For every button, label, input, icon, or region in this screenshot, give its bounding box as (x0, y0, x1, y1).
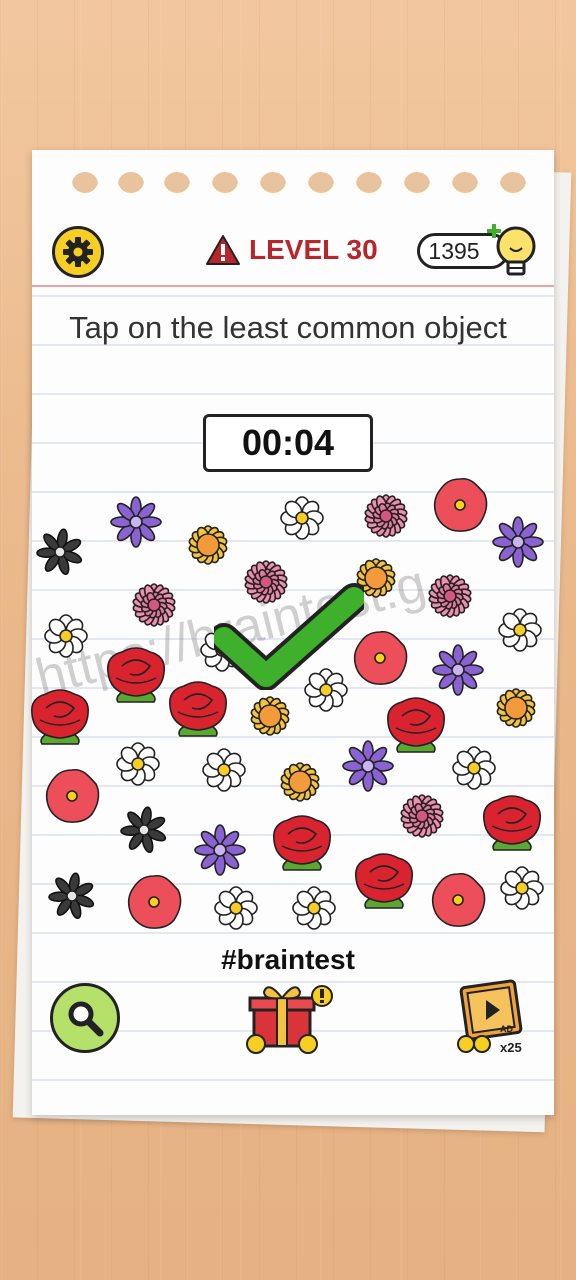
pink-gerbera-icon[interactable] (354, 484, 418, 548)
hashtag-label: #braintest (221, 944, 355, 975)
binder-hole (452, 172, 478, 196)
lightbulb-icon (487, 224, 536, 276)
magnifier-icon (68, 1001, 104, 1037)
pink-gerbera-icon[interactable] (390, 784, 454, 848)
red-rose-icon[interactable] (352, 848, 416, 912)
binder-hole (118, 172, 144, 196)
level-label: LEVEL 30 (249, 234, 378, 265)
level-indicator: LEVEL 30 (205, 230, 378, 270)
yellow-sunflower-icon[interactable] (268, 750, 332, 814)
pink-gerbera-icon[interactable] (122, 573, 186, 637)
red-rose-icon[interactable] (104, 642, 168, 706)
countdown-timer: 00:04 (203, 414, 373, 472)
red-flower-icon[interactable] (122, 870, 186, 934)
white-daisy-icon[interactable] (282, 876, 346, 940)
binder-hole (164, 172, 190, 196)
white-daisy-icon[interactable] (34, 604, 98, 668)
purple-flower-icon[interactable] (188, 818, 252, 882)
hint-bulb-button[interactable] (486, 220, 544, 284)
binder-hole (404, 172, 430, 196)
settings-button[interactable] (52, 226, 104, 278)
white-daisy-icon[interactable] (488, 598, 552, 662)
margin-line (32, 285, 554, 287)
coin-count: 1395 (428, 237, 480, 264)
binder-hole (260, 172, 286, 196)
red-flower-icon[interactable] (40, 764, 104, 828)
warning-icon (206, 235, 240, 265)
white-daisy-icon[interactable] (490, 856, 554, 920)
white-daisy-icon[interactable] (192, 738, 256, 802)
black-flower-icon[interactable] (28, 520, 92, 584)
ad-badge: AD (500, 1024, 513, 1034)
binder-hole (356, 172, 382, 196)
binder-hole (308, 172, 334, 196)
purple-flower-icon[interactable] (486, 510, 550, 574)
plus-icon (487, 224, 501, 238)
checkmark-icon (214, 583, 364, 690)
ad-reward-multiplier: x25 (500, 1040, 522, 1055)
black-flower-icon[interactable] (40, 864, 104, 928)
binder-hole (212, 172, 238, 196)
hint-search-button[interactable] (50, 983, 120, 1053)
gear-icon (63, 237, 93, 267)
pink-gerbera-icon[interactable] (418, 564, 482, 628)
binder-hole (500, 172, 526, 196)
yellow-sunflower-icon[interactable] (176, 513, 240, 577)
gift-reward-button[interactable] (242, 978, 338, 1054)
binder-hole (72, 172, 98, 196)
yellow-sunflower-icon[interactable] (484, 676, 548, 740)
gift-box-icon (246, 985, 333, 1054)
red-flower-icon[interactable] (428, 473, 492, 537)
red-rose-icon[interactable] (480, 790, 544, 854)
white-daisy-icon[interactable] (106, 732, 170, 796)
red-flower-icon[interactable] (426, 868, 490, 932)
purple-flower-icon[interactable] (104, 490, 168, 554)
red-rose-icon[interactable] (270, 810, 334, 874)
white-daisy-icon[interactable] (204, 876, 268, 940)
white-daisy-icon[interactable] (270, 486, 334, 550)
instruction-text: Tap on the least common object (69, 310, 507, 345)
red-rose-icon[interactable] (28, 684, 92, 748)
black-flower-icon[interactable] (112, 798, 176, 862)
